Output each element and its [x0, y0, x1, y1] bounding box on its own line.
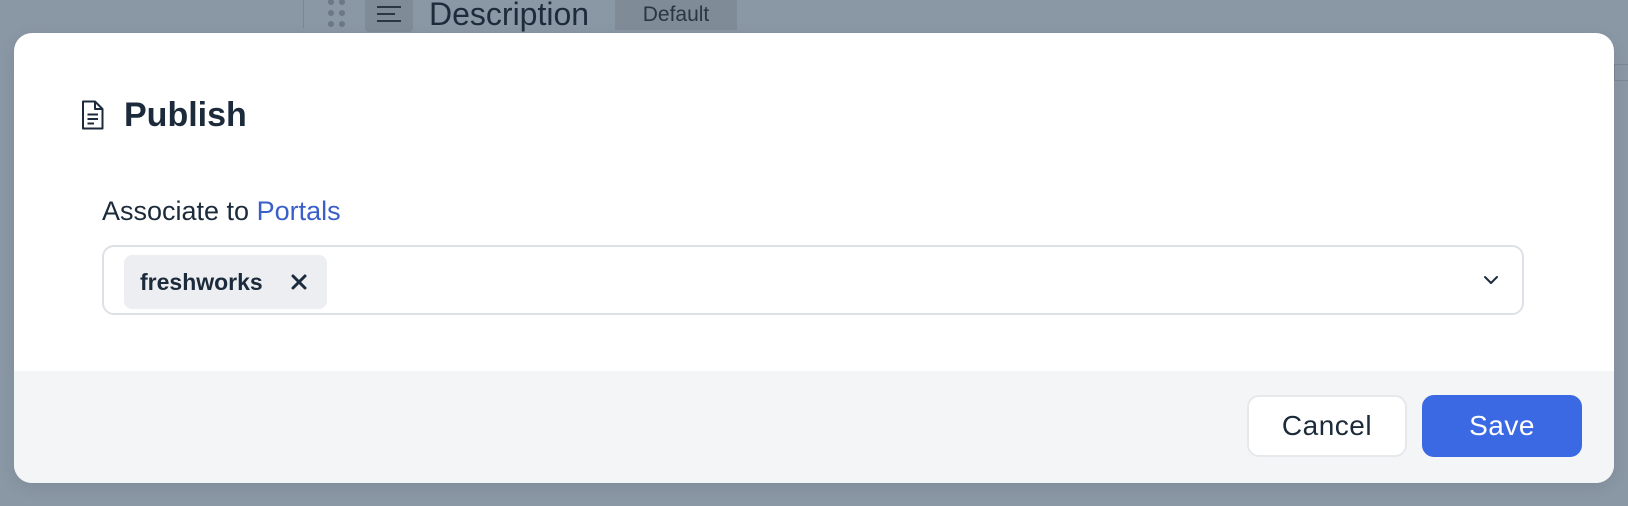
- document-icon: [82, 100, 104, 130]
- background-field-title: Description: [429, 0, 590, 32]
- background-divider: [303, 0, 304, 28]
- background-field-tag: Default: [615, 0, 737, 30]
- portals-field-label: Associate to Portals: [102, 193, 341, 229]
- portals-multiselect[interactable]: freshworks: [102, 245, 1524, 315]
- portals-link[interactable]: Portals: [257, 196, 341, 226]
- save-button[interactable]: Save: [1422, 395, 1582, 457]
- background-divider: [1614, 64, 1615, 80]
- dialog-title: Publish: [124, 96, 247, 134]
- cancel-button[interactable]: Cancel: [1247, 395, 1407, 457]
- selected-portal-chip: freshworks: [124, 255, 327, 309]
- dialog-footer: Cancel Save: [14, 371, 1614, 483]
- publish-dialog: Publish Associate to Portals freshworks …: [14, 33, 1614, 483]
- chevron-down-icon[interactable]: [1482, 271, 1500, 289]
- drag-handle-icon: [328, 0, 348, 30]
- chip-label: freshworks: [140, 269, 263, 295]
- field-label-text: Associate to: [102, 196, 257, 226]
- remove-chip-icon[interactable]: [289, 272, 309, 292]
- dialog-header: Publish: [80, 95, 247, 135]
- text-lines-icon: [365, 0, 413, 32]
